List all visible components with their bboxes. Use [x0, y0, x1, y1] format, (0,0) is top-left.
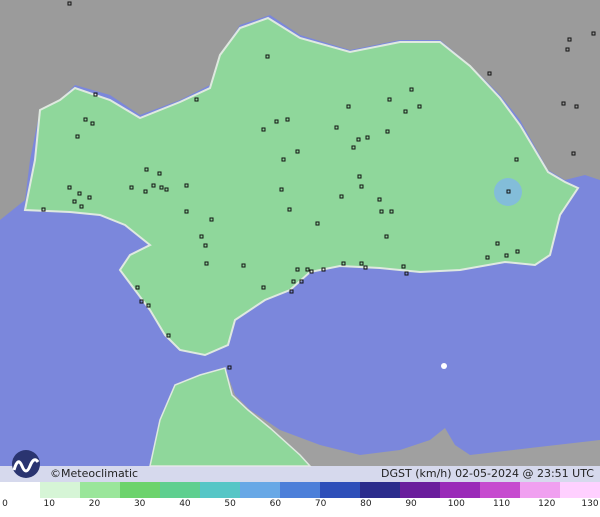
legend-tick-label: 110 — [492, 499, 511, 509]
legend-swatch — [240, 482, 281, 498]
color-legend: 0 10 20 30 40 50 60 70 80 90 100 110 120 130 — [0, 482, 600, 517]
credit-prefix: © — [50, 467, 61, 480]
legend-swatch — [320, 482, 361, 498]
legend-swatch — [520, 482, 561, 498]
legend-tick-label: 60 — [269, 499, 282, 509]
timestamp: 02-05-2024 @ 23:51 UTC — [455, 467, 594, 480]
legend-swatch — [160, 482, 201, 498]
variable-unit: (km/h) — [415, 467, 452, 480]
legend-tick-label: 50 — [224, 499, 236, 509]
legend-tick-label: 90 — [405, 499, 417, 509]
legend-tick-label: 70 — [314, 499, 327, 509]
credit-text: Meteoclimatic — [61, 467, 139, 480]
legend-swatch — [80, 482, 121, 498]
map-info-label: DGST (km/h) 02-05-2024 @ 23:51 UTC — [381, 467, 594, 480]
legend-swatch — [120, 482, 161, 498]
legend-tick-label: 120 — [538, 499, 556, 509]
legend-tick-label: 0 — [2, 499, 8, 509]
weather-map — [0, 0, 600, 517]
legend-swatch — [360, 482, 401, 498]
legend-color-bar — [0, 482, 600, 498]
legend-swatch — [560, 482, 600, 498]
credit-label: ©Meteoclimatic — [50, 467, 138, 480]
legend-tick-label: 40 — [179, 499, 191, 509]
legend-swatch — [280, 482, 321, 498]
legend-tick-label: 30 — [133, 499, 146, 509]
island-alboran — [441, 363, 447, 369]
gust-hotspot — [494, 178, 522, 206]
legend-swatch — [400, 482, 441, 498]
legend-swatch — [440, 482, 481, 498]
legend-swatch — [0, 482, 41, 498]
legend-swatch — [480, 482, 521, 498]
variable-name: DGST — [381, 467, 412, 480]
legend-tick-label: 130 — [581, 499, 599, 509]
legend-tick-label: 100 — [447, 499, 465, 509]
legend-swatch — [40, 482, 81, 498]
legend-tick-label: 10 — [43, 499, 55, 509]
meteoclimatic-logo-icon — [12, 450, 40, 478]
legend-tick-label: 20 — [88, 499, 101, 509]
legend-swatch — [200, 482, 241, 498]
legend-tick-label: 80 — [360, 499, 372, 509]
